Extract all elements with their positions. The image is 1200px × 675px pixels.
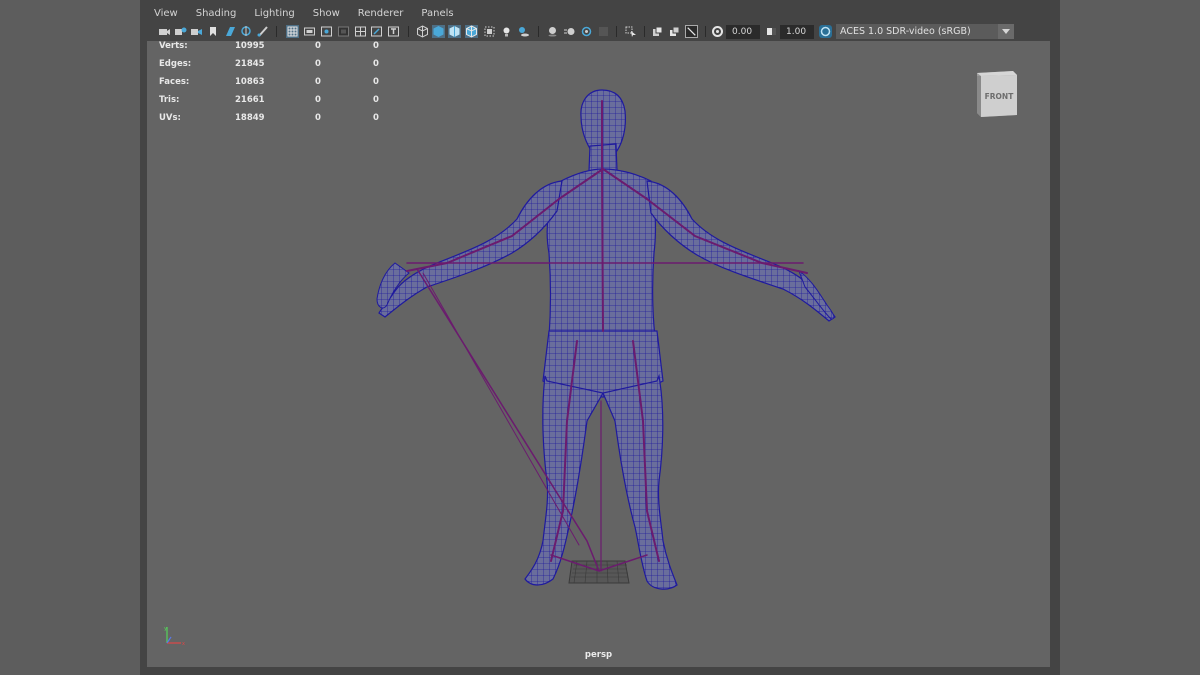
wireframe-on-shaded-icon[interactable] xyxy=(465,25,478,38)
panel-toolbar: 0.00 1.00 ACES 1.0 SDR-video (sRGB) xyxy=(148,22,1049,41)
anti-aliasing-icon[interactable] xyxy=(580,25,593,38)
bookmark-icon[interactable] xyxy=(206,25,219,38)
safe-title-icon[interactable] xyxy=(387,25,400,38)
xray-joints-icon[interactable] xyxy=(651,25,664,38)
shadows-icon[interactable] xyxy=(517,25,530,38)
use-all-lights-icon[interactable] xyxy=(500,25,513,38)
color-space-dropdown[interactable]: ACES 1.0 SDR-video (sRGB) xyxy=(836,24,1014,39)
exposure-icon[interactable] xyxy=(711,25,724,38)
menu-renderer[interactable]: Renderer xyxy=(358,5,404,22)
image-plane-icon[interactable] xyxy=(224,25,237,38)
svg-text:y: y xyxy=(164,626,167,632)
2d-pan-zoom-icon[interactable] xyxy=(240,25,253,38)
camera-bookmark-icon[interactable] xyxy=(190,25,203,38)
xray-active-icon[interactable] xyxy=(668,25,681,38)
wireframe-icon[interactable] xyxy=(416,25,429,38)
panel-menubar: View Shading Lighting Show Renderer Pane… xyxy=(148,5,1049,22)
film-gate-icon[interactable] xyxy=(303,25,316,38)
xray-icon[interactable] xyxy=(483,25,496,38)
menu-lighting[interactable]: Lighting xyxy=(254,5,294,22)
character-mesh[interactable] xyxy=(147,41,1050,667)
screen-space-ao-icon[interactable] xyxy=(546,25,559,38)
camera-name-label: persp xyxy=(584,650,613,660)
gamma-icon[interactable] xyxy=(765,25,778,38)
menu-view[interactable]: View xyxy=(154,5,178,22)
hud-toggle-icon[interactable] xyxy=(685,25,698,38)
field-chart-icon[interactable] xyxy=(354,25,367,38)
viewport-persp[interactable]: Verts: 10995 0 0 Edges: 21845 0 0 Faces:… xyxy=(147,41,1050,667)
grid-icon[interactable] xyxy=(286,25,299,38)
menu-show[interactable]: Show xyxy=(313,5,340,22)
safe-action-icon[interactable] xyxy=(370,25,383,38)
menu-panels[interactable]: Panels xyxy=(421,5,453,22)
camera-attributes-icon[interactable] xyxy=(174,25,187,38)
view-cube[interactable]: FRONT xyxy=(973,67,1019,119)
motion-blur-icon[interactable] xyxy=(563,25,576,38)
gate-mask-icon[interactable] xyxy=(337,25,350,38)
chevron-down-icon[interactable] xyxy=(998,24,1014,39)
grease-pencil-icon[interactable] xyxy=(256,25,269,38)
gamma-field[interactable]: 1.00 xyxy=(780,25,814,39)
default-material-icon[interactable] xyxy=(448,25,461,38)
smooth-shade-icon[interactable] xyxy=(432,25,445,38)
menu-shading[interactable]: Shading xyxy=(196,5,237,22)
isolate-select-icon[interactable] xyxy=(624,25,637,38)
color-management-icon[interactable] xyxy=(819,25,832,38)
view-cube-front-label: FRONT xyxy=(985,92,1015,101)
exposure-field[interactable]: 0.00 xyxy=(726,25,760,39)
camera-select-icon[interactable] xyxy=(158,25,171,38)
resolution-gate-icon[interactable] xyxy=(320,25,333,38)
depth-of-field-icon[interactable] xyxy=(597,25,610,38)
svg-text:x: x xyxy=(182,641,185,647)
axis-gizmo-icon: y x xyxy=(164,626,185,647)
